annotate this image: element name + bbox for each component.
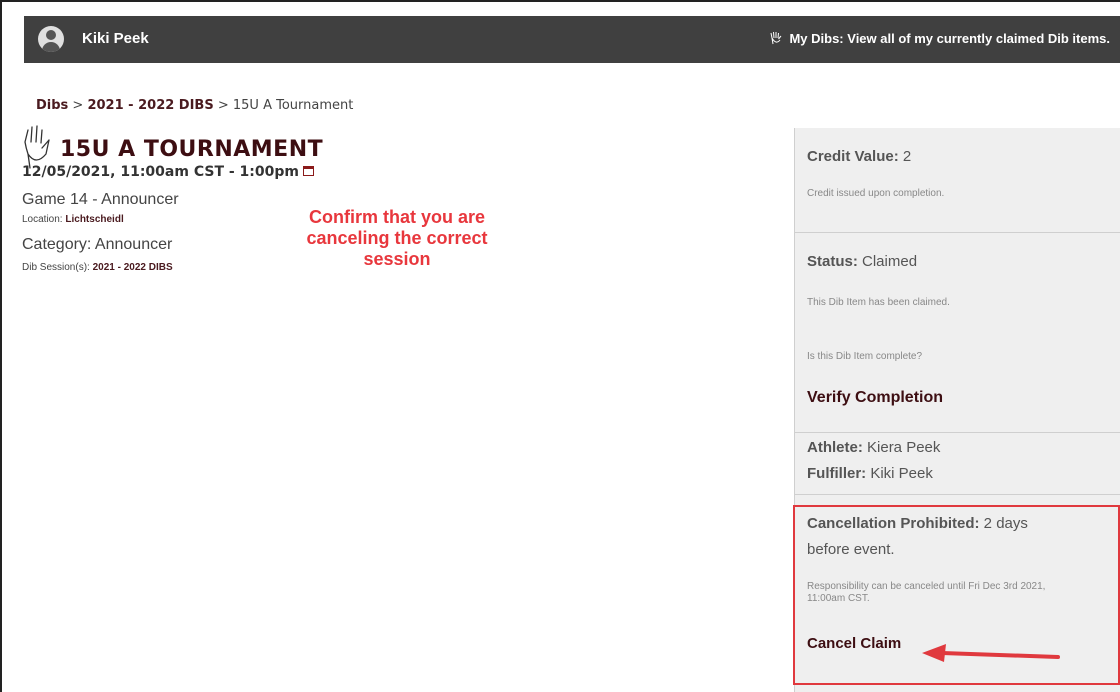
credit-number: 2	[898, 148, 912, 165]
top-bar: Kiki Peek My Dibs: View all of my curren…	[24, 16, 1120, 63]
calendar-icon[interactable]	[302, 166, 314, 176]
athlete-label: Athlete:	[807, 439, 863, 456]
location-link[interactable]: Lichtscheidl	[65, 214, 123, 225]
my-dibs-link[interactable]: My Dibs: View all of my currently claime…	[769, 31, 1110, 46]
arrow-annotation	[922, 644, 1060, 662]
dib-sessions: Dib Session(s): 2021 - 2022 DIBS	[22, 262, 173, 273]
sessions-link[interactable]: 2021 - 2022 DIBS	[93, 262, 173, 273]
verify-completion-button[interactable]: Verify Completion	[807, 389, 943, 407]
status-value: Claimed	[857, 253, 918, 270]
location-label: Location:	[22, 214, 66, 225]
credit-value: Credit Value: 2	[807, 148, 911, 165]
credit-note: Credit issued upon completion.	[807, 188, 945, 199]
credit-label: Credit Value:	[807, 148, 899, 165]
people-card: Athlete: Kiera Peek Fulfiller: Kiki Peek	[795, 432, 1120, 494]
event-datetime: 12/05/2021, 11:00am CST - 1:00pm	[22, 164, 314, 180]
complete-question: Is this Dib Item complete?	[807, 351, 923, 362]
status-card: Status: Claimed This Dib Item has been c…	[795, 232, 1120, 432]
datetime-text: 12/05/2021, 11:00am CST - 1:00pm	[22, 164, 299, 180]
breadcrumb-current: 15U A Tournament	[232, 98, 354, 113]
status-note: This Dib Item has been claimed.	[807, 297, 950, 308]
athlete-value: Kiera Peek	[862, 439, 941, 456]
annotation-line: session	[363, 249, 431, 269]
fulfiller: Fulfiller: Kiki Peek	[807, 465, 933, 482]
breadcrumb: Dibs > 2021 - 2022 DIBS > 15U A Tourname…	[36, 98, 353, 113]
status-label: Status:	[807, 253, 858, 270]
breadcrumb-separator: >	[68, 98, 88, 113]
athlete: Athlete: Kiera Peek	[807, 439, 940, 456]
annotation-line: Confirm that you are	[308, 207, 486, 227]
fulfiller-label: Fulfiller:	[807, 465, 867, 482]
fulfiller-value: Kiki Peek	[866, 465, 933, 482]
game-name: Game 14 - Announcer	[22, 191, 179, 208]
hand-icon	[770, 31, 782, 45]
annotation-callout: Confirm that you are canceling the corre…	[262, 207, 532, 270]
my-dibs-label: My Dibs: View all of my currently claime…	[789, 31, 1110, 46]
avatar[interactable]	[38, 26, 64, 52]
page-title: 15U A TOURNAMENT	[60, 136, 324, 162]
breadcrumb-separator: >	[213, 98, 233, 113]
breadcrumb-session[interactable]: 2021 - 2022 DIBS	[87, 98, 213, 113]
annotation-line: canceling the correct	[306, 228, 488, 248]
category: Category: Announcer	[22, 236, 173, 253]
status: Status: Claimed	[807, 253, 917, 270]
user-name[interactable]: Kiki Peek	[82, 30, 149, 47]
credit-card: Credit Value: 2 Credit issued upon compl…	[795, 128, 1120, 232]
sessions-label: Dib Session(s):	[22, 262, 93, 273]
location: Location: Lichtscheidl	[22, 214, 124, 225]
breadcrumb-dibs[interactable]: Dibs	[36, 98, 68, 113]
